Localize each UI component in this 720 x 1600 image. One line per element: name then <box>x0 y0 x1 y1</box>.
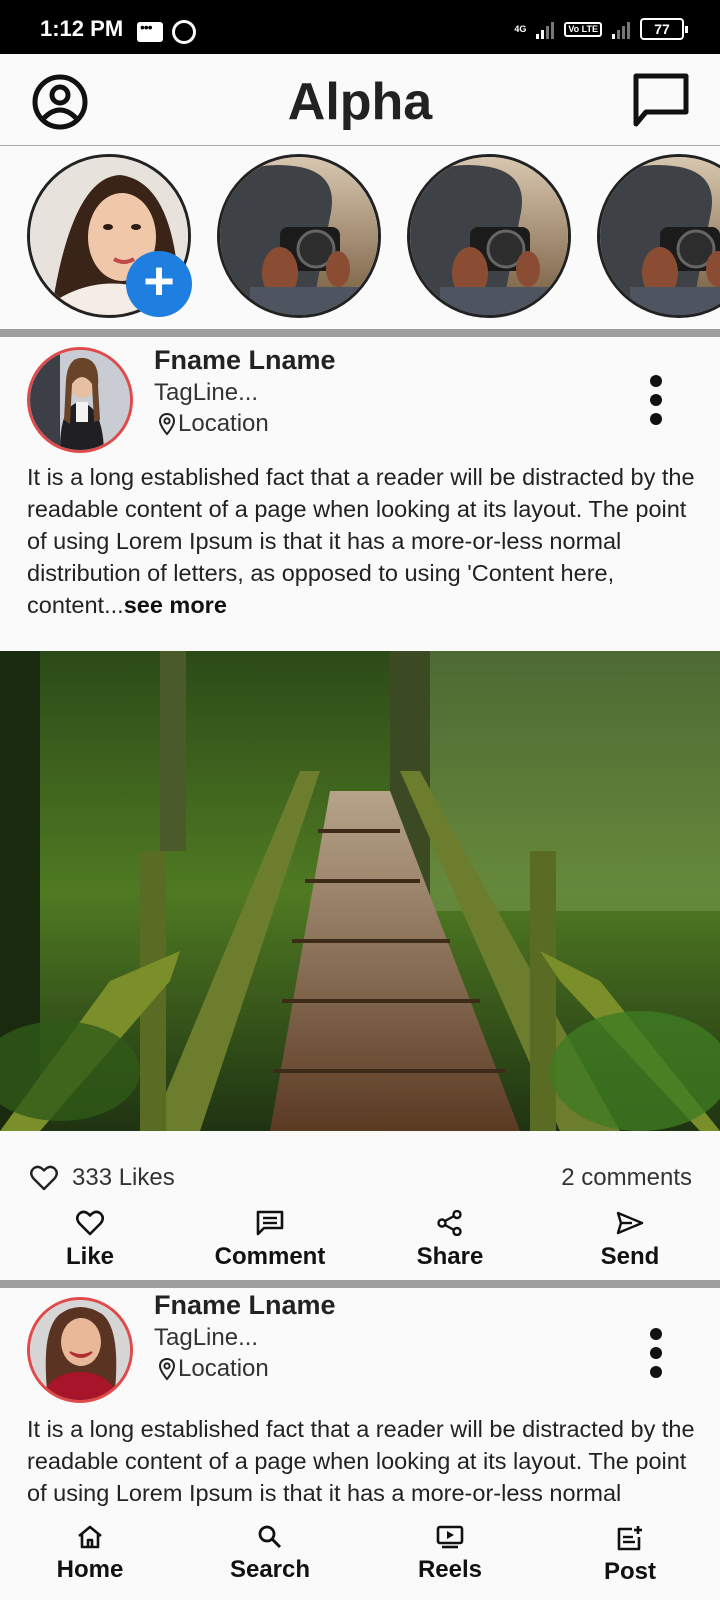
post-text: It is a long established fact that a rea… <box>27 1416 695 1515</box>
story-item[interactable] <box>217 154 381 318</box>
story-item[interactable] <box>597 154 720 318</box>
status-time: 1:12 PM <box>40 16 124 41</box>
share-icon <box>437 1209 462 1237</box>
like-label: Like <box>65 1243 115 1270</box>
section-divider <box>0 329 720 337</box>
forest-bridge-image <box>0 651 720 1131</box>
nav-post-label: Post <box>603 1558 656 1585</box>
likes-text: 333 Likes <box>72 1164 175 1191</box>
location-pin-icon <box>158 1357 176 1381</box>
comments-count[interactable]: 2 comments <box>561 1164 692 1192</box>
search-icon <box>258 1525 282 1549</box>
author-tagline: TagLine... <box>154 379 259 406</box>
author-avatar[interactable] <box>27 347 133 453</box>
add-story-button[interactable]: + <box>126 251 192 317</box>
nav-search-label: Search <box>229 1556 311 1583</box>
message-icon <box>137 19 163 42</box>
signal-icon <box>612 19 630 39</box>
post-icon <box>617 1526 642 1551</box>
status-bar: 1:12 PM 4G Vo LTE 77 <box>0 0 720 54</box>
app-title: Alpha <box>287 73 433 131</box>
reels-icon <box>436 1525 464 1549</box>
likes-count[interactable]: 333 Likes <box>30 1164 175 1192</box>
network-type: 4G <box>514 23 527 34</box>
nav-search[interactable]: Search <box>180 1525 360 1584</box>
volte-badge: Vo LTE <box>564 21 602 37</box>
comment-icon <box>256 1210 284 1236</box>
send-label: Send <box>600 1243 660 1270</box>
post-actions: Like Comment Share Send <box>0 1209 720 1271</box>
nav-reels-label: Reels <box>417 1556 483 1583</box>
home-icon <box>78 1525 102 1549</box>
author-avatar[interactable] <box>27 1297 133 1403</box>
heart-icon <box>30 1165 58 1191</box>
author-name[interactable]: Fname Lname <box>154 345 336 376</box>
location-text: Location <box>178 1355 269 1382</box>
smiling-woman-image <box>30 1300 130 1400</box>
engagement-counts: 333 Likes 2 comments <box>0 1160 720 1200</box>
plus-icon: + <box>143 251 175 311</box>
bottom-navigation: Home Search Reels Post <box>0 1515 720 1600</box>
more-options-icon[interactable] <box>650 1328 662 1378</box>
battery-icon: 77 <box>640 18 688 40</box>
like-button[interactable]: Like <box>0 1210 180 1271</box>
signal-icon <box>536 19 555 39</box>
post-card: Fname Lname TagLine... Location It is a … <box>0 1285 720 1515</box>
send-icon <box>616 1211 644 1235</box>
status-indicators: 4G Vo LTE 77 <box>514 18 688 40</box>
photographer-image <box>410 157 568 315</box>
photographer-image <box>600 157 720 315</box>
app-bar: Alpha <box>0 54 720 146</box>
author-tagline: TagLine... <box>154 1324 259 1351</box>
share-label: Share <box>416 1243 484 1270</box>
comment-button[interactable]: Comment <box>180 1210 360 1271</box>
stories-row: + <box>0 147 720 323</box>
story-item[interactable] <box>407 154 571 318</box>
nav-reels[interactable]: Reels <box>360 1525 540 1584</box>
nav-post[interactable]: Post <box>540 1525 720 1586</box>
whatsapp-icon <box>172 20 196 44</box>
location-pin-icon <box>158 412 176 436</box>
see-more-link[interactable]: see more <box>124 592 227 618</box>
send-button[interactable]: Send <box>540 1210 720 1271</box>
location-text: Location <box>178 410 269 437</box>
chat-bubble-icon[interactable] <box>632 72 690 128</box>
post-location: Location <box>158 1355 269 1383</box>
nav-home[interactable]: Home <box>0 1525 180 1584</box>
more-options-icon[interactable] <box>650 375 662 425</box>
post-image[interactable] <box>0 651 720 1131</box>
author-name[interactable]: Fname Lname <box>154 1290 336 1321</box>
comment-label: Comment <box>214 1243 326 1270</box>
post-text: It is a long established fact that a rea… <box>27 461 697 621</box>
photographer-image <box>220 157 378 315</box>
nav-home-label: Home <box>56 1556 124 1583</box>
post-location: Location <box>158 410 269 438</box>
heart-icon <box>75 1210 105 1236</box>
businesswoman-image <box>30 350 130 450</box>
share-button[interactable]: Share <box>360 1209 540 1271</box>
